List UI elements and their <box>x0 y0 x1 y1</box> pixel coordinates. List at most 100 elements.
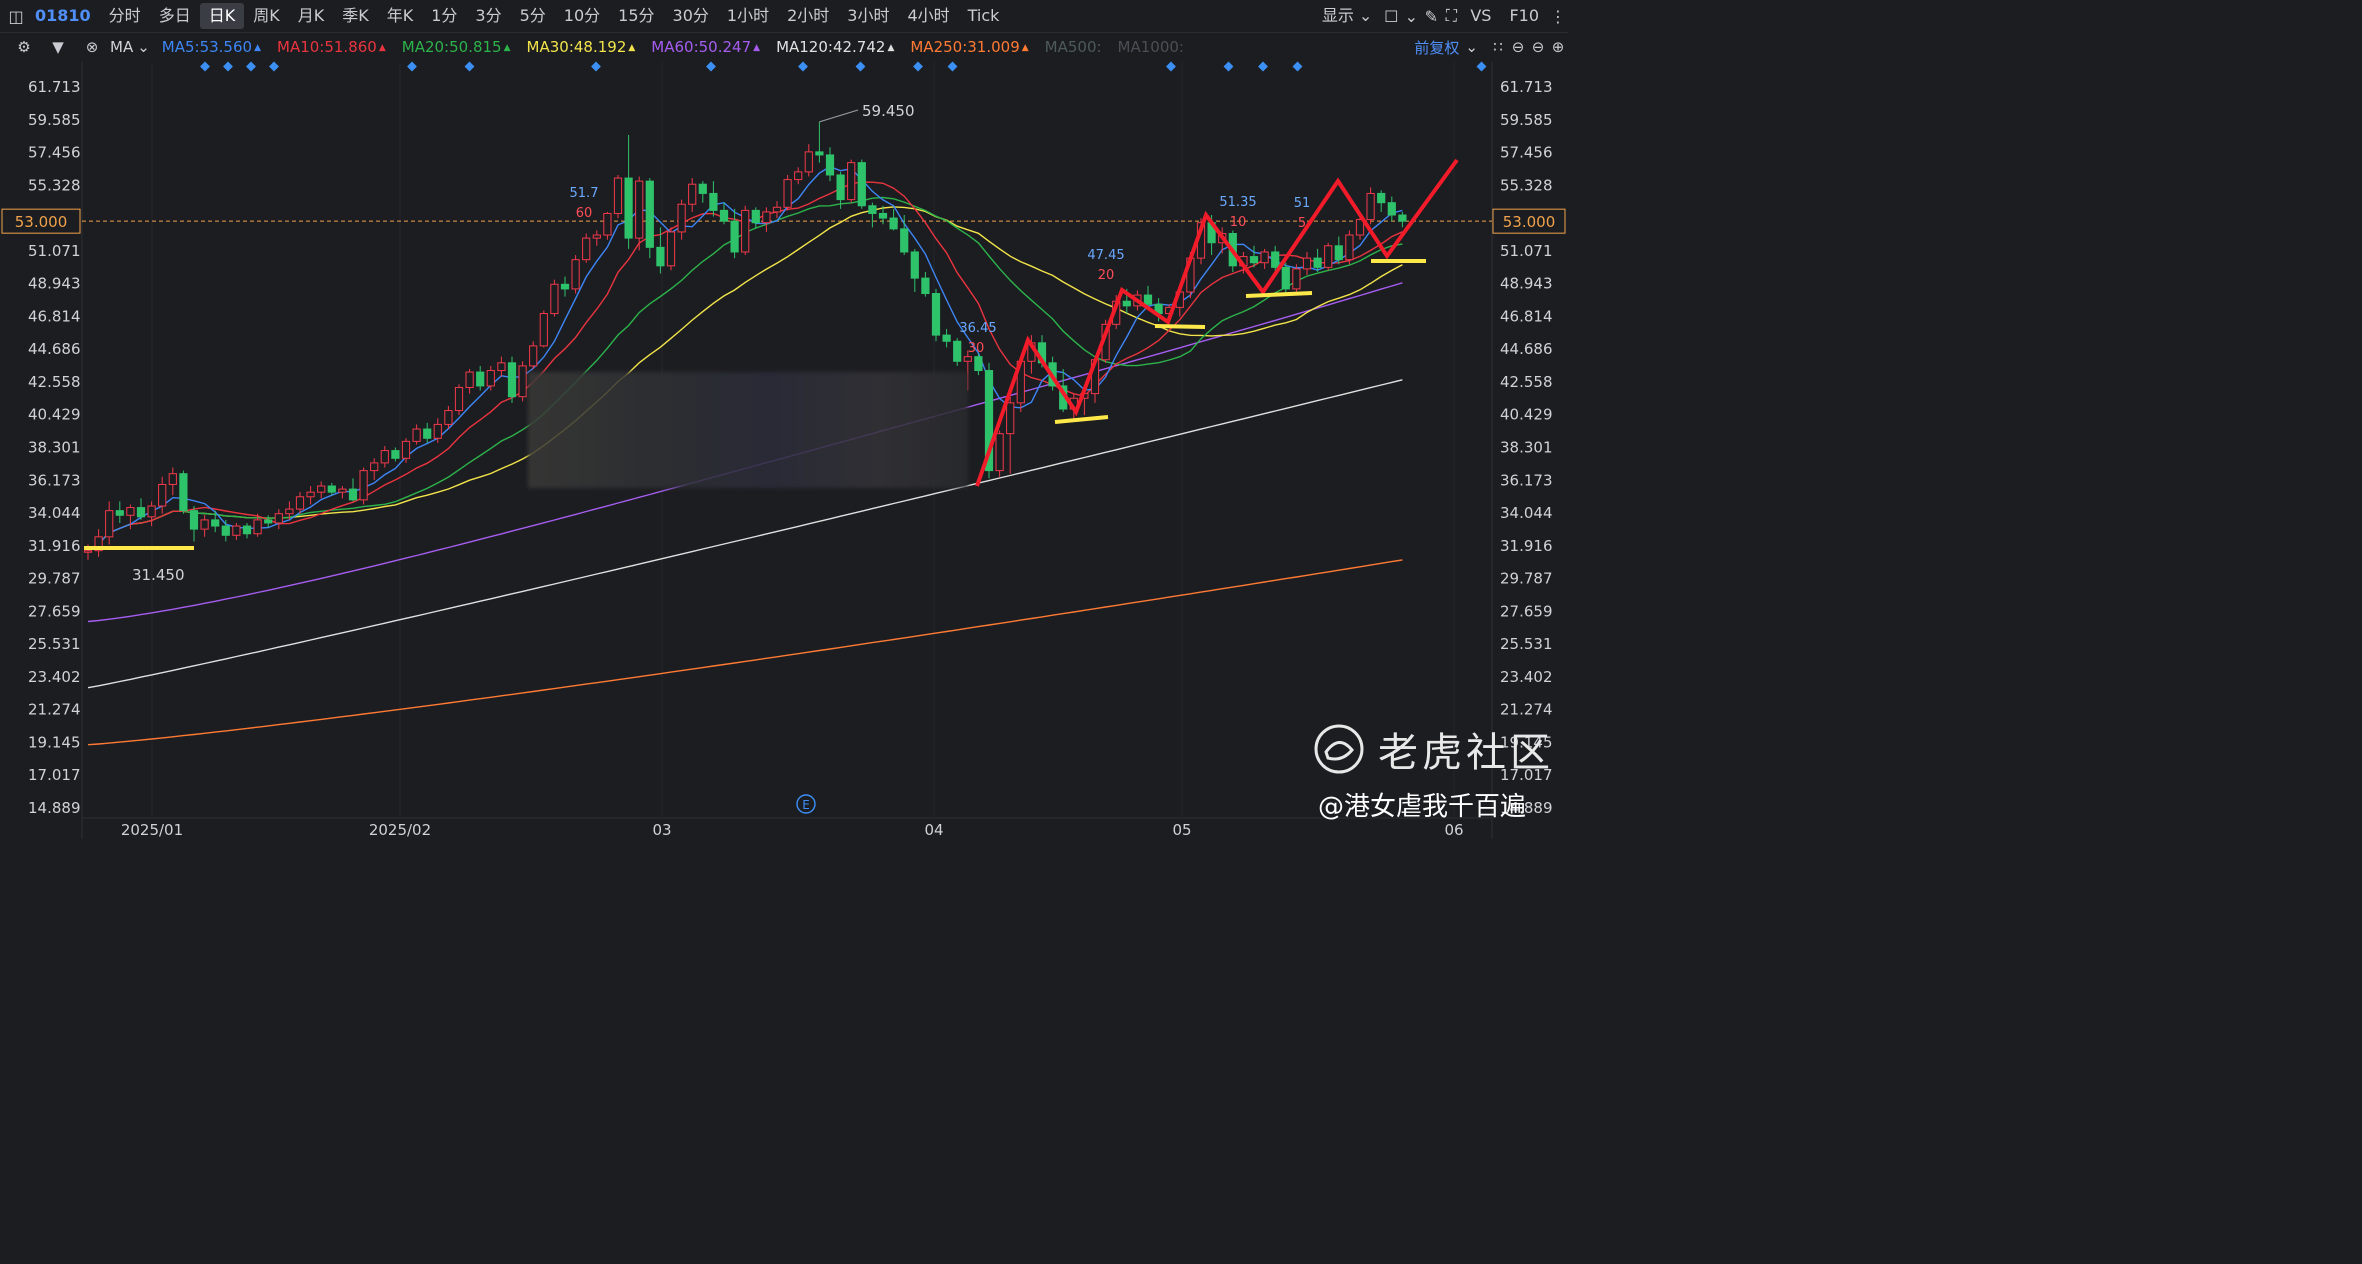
event-diamond-icon <box>1166 61 1176 72</box>
period-annotation: 20 <box>1098 268 1115 283</box>
candle-body <box>921 277 930 295</box>
candle-body <box>221 525 230 536</box>
candle-body <box>560 283 570 290</box>
candle-body <box>476 371 485 387</box>
scale-icon[interactable]: ∷ <box>1488 38 1508 56</box>
tab-period[interactable]: 日K <box>199 3 245 29</box>
event-diamond-icon <box>223 61 233 72</box>
candle-body <box>391 450 400 459</box>
candle-body <box>497 362 506 372</box>
gear-icon[interactable]: ⚙ <box>14 38 34 56</box>
event-diamond-icon <box>1292 61 1303 72</box>
zoom-out-icon[interactable]: ⊖ <box>1508 38 1528 56</box>
ma-item[interactable]: MA30:48.192 ▲ <box>527 38 636 56</box>
sidebar-toggle-icon[interactable]: ◫ <box>6 7 26 26</box>
ma-item[interactable]: MA20:50.815 ▲ <box>402 38 511 56</box>
tab-period[interactable]: Tick <box>959 3 1009 29</box>
minus-icon[interactable]: ⊖ <box>1528 38 1548 56</box>
y-tick-label-right: 51.071 <box>1500 242 1553 260</box>
add-icon[interactable]: ⊕ <box>1548 38 1568 56</box>
display-label: 显示 <box>1321 6 1354 25</box>
more-icon[interactable]: ⋮ <box>1548 7 1568 26</box>
tab-period[interactable]: 10分 <box>555 3 609 29</box>
watermark: 老虎社区 <box>1312 720 1554 778</box>
close-icon[interactable]: ⊗ <box>82 38 102 56</box>
tab-period[interactable]: 1分 <box>422 3 466 29</box>
tab-period[interactable]: 5分 <box>511 3 555 29</box>
candle-body <box>1366 192 1375 221</box>
period-annotation: 47.45 <box>1087 248 1124 263</box>
ma-item-label: MA1000: <box>1117 38 1184 56</box>
period-annotation: 30 <box>968 341 985 356</box>
display-menu[interactable]: 显示 ⌄ <box>1313 3 1382 29</box>
y-tick-label-left: 36.173 <box>28 471 81 489</box>
tab-period[interactable]: 季K <box>333 3 378 29</box>
event-diamond-icon <box>200 61 210 72</box>
fullscreen-icon[interactable]: ⛶ <box>1441 6 1461 26</box>
y-tick-label-left: 23.402 <box>28 668 81 686</box>
tab-period[interactable]: 多日 <box>150 3 200 29</box>
f10-button[interactable]: F10 <box>1500 3 1548 29</box>
period-annotation: 60 <box>576 206 593 221</box>
candle-body <box>359 470 368 501</box>
ma-item[interactable]: MA500: <box>1045 38 1102 56</box>
ma-item-label: MA60:50.247 <box>651 38 752 56</box>
event-diamond-icon <box>407 61 417 72</box>
tab-period[interactable]: 1小时 <box>718 3 778 29</box>
tab-period[interactable]: 30分 <box>664 3 718 29</box>
candle-body <box>963 356 972 362</box>
candle-body <box>889 217 898 230</box>
ma-item[interactable]: MA60:50.247 ▲ <box>651 38 760 56</box>
ma-item[interactable]: MA5:53.560 ▲ <box>162 38 261 56</box>
tab-period[interactable]: 月K <box>289 3 334 29</box>
event-diamond-icon <box>1476 61 1487 72</box>
pen-icon[interactable]: ✎ <box>1421 7 1441 26</box>
y-tick-label-right: 48.943 <box>1500 275 1553 293</box>
tab-period[interactable]: 周K <box>244 3 289 29</box>
ma-item[interactable]: MA10:51.860 ▲ <box>277 38 386 56</box>
candle-body <box>762 211 771 224</box>
candle-body <box>709 192 718 211</box>
tab-period[interactable]: 3分 <box>466 3 510 29</box>
tab-period[interactable]: 4小时 <box>898 3 958 29</box>
candle-body <box>730 220 739 253</box>
candle-body <box>1398 214 1407 222</box>
ma-arrow-icon: ▲ <box>503 43 511 53</box>
candle-body <box>147 505 156 518</box>
candle-body <box>1143 294 1153 305</box>
candle-body <box>582 237 591 261</box>
y-tick-label-left: 27.659 <box>28 602 81 620</box>
high-price-label: 59.450 <box>862 102 915 120</box>
candle-body <box>995 433 1004 472</box>
chevron-down-icon[interactable]: ⌄ <box>1465 38 1478 56</box>
candle-body <box>327 485 336 493</box>
adjust-select[interactable]: 前复权 <box>1414 37 1459 58</box>
ma-item[interactable]: MA120:42.742 ▲ <box>776 38 894 56</box>
candle-body <box>338 488 347 493</box>
tab-period[interactable]: 2小时 <box>778 3 838 29</box>
y-tick-label-right: 25.531 <box>1500 635 1553 653</box>
ma-item[interactable]: MA250:31.009 ▲ <box>910 38 1028 56</box>
tab-period[interactable]: 分时 <box>100 3 150 29</box>
y-tick-label-right: 38.301 <box>1500 439 1553 457</box>
candle-body <box>1122 300 1131 307</box>
tab-period[interactable]: 年K <box>378 3 423 29</box>
vs-button[interactable]: VS <box>1461 3 1500 29</box>
candle-body <box>158 483 167 507</box>
tab-period[interactable]: 3小时 <box>838 3 898 29</box>
ma-type-label[interactable]: MA <box>110 38 133 56</box>
candle-body <box>645 180 654 248</box>
chevron-down-icon[interactable]: ⌄ <box>1401 7 1421 26</box>
candle-body <box>698 183 707 194</box>
tab-period[interactable]: 15分 <box>609 3 663 29</box>
dropdown-icon[interactable]: ▼ <box>48 38 68 56</box>
x-tick-label: 03 <box>652 821 671 839</box>
event-diamond-icon <box>706 61 716 72</box>
drawn-support-line <box>1154 324 1206 329</box>
ma-item[interactable]: MA1000: <box>1118 38 1184 56</box>
stock-code[interactable]: 01810 <box>26 3 100 29</box>
ma-item-label: MA30:48.192 <box>526 38 627 56</box>
checkbox-icon[interactable]: ☐ <box>1381 7 1401 26</box>
ma-arrow-icon: ▲ <box>887 43 895 53</box>
candle-body <box>348 488 358 501</box>
